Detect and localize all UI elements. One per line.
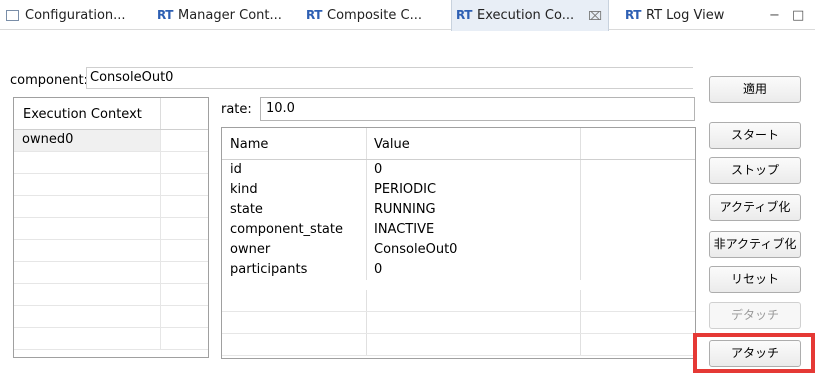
- start-button[interactable]: スタート: [709, 122, 801, 149]
- table-row-empty: [14, 328, 208, 350]
- tab-label: Configuration...: [25, 7, 126, 23]
- tab-configuration[interactable]: Configuration...: [6, 0, 126, 30]
- property-value: 0: [367, 260, 581, 280]
- rt-icon: RT: [625, 7, 641, 22]
- component-label: component:: [10, 72, 88, 88]
- table-row-empty: [14, 262, 208, 284]
- close-tab-icon[interactable]: ⌧: [588, 9, 602, 23]
- table-row-empty: [14, 284, 208, 306]
- property-name: component_state: [222, 220, 367, 240]
- table-row[interactable]: state RUNNING: [222, 200, 695, 220]
- view-tab-bar: Configuration... RT Manager Cont... RT C…: [0, 0, 815, 31]
- property-name: kind: [222, 180, 367, 200]
- config-view-icon: [6, 9, 19, 21]
- table-row-empty: [14, 174, 208, 196]
- apply-button[interactable]: 適用: [709, 76, 801, 103]
- tab-execution-context[interactable]: RT Execution Co... ⌧: [451, 0, 609, 31]
- property-value: ConsoleOut0: [367, 240, 581, 260]
- execution-context-header: Execution Context: [14, 98, 161, 129]
- table-row[interactable]: component_state INACTIVE: [222, 220, 695, 240]
- tab-composite-component[interactable]: RT Composite C...: [306, 0, 422, 30]
- table-row-empty: [14, 218, 208, 240]
- tab-rt-log-view[interactable]: RT RT Log View: [625, 0, 724, 30]
- rate-input[interactable]: 10.0: [260, 97, 695, 121]
- table-row[interactable]: id 0: [222, 160, 695, 180]
- rt-icon: RT: [157, 7, 173, 22]
- rate-label: rate:: [221, 102, 252, 117]
- table-header: Execution Context: [14, 98, 208, 130]
- tab-label: Execution Co...: [477, 8, 575, 23]
- attach-button[interactable]: アタッチ: [709, 340, 801, 367]
- table-row-empty: [222, 312, 695, 334]
- rt-icon: RT: [456, 8, 472, 22]
- reset-button[interactable]: リセット: [709, 266, 801, 293]
- tab-label: Composite C...: [327, 7, 422, 23]
- table-row-empty: [14, 152, 208, 174]
- table-row-empty: [222, 334, 695, 356]
- table-row[interactable]: kind PERIODIC: [222, 180, 695, 200]
- property-name: participants: [222, 260, 367, 280]
- value-column-header: Value: [367, 128, 581, 159]
- deactivate-button[interactable]: 非アクティブ化: [709, 231, 801, 258]
- table-row[interactable]: owner ConsoleOut0: [222, 240, 695, 260]
- table-row[interactable]: participants 0: [222, 260, 695, 280]
- table-row[interactable]: owned0: [14, 130, 208, 152]
- stop-button[interactable]: ストップ: [709, 157, 801, 184]
- component-row: component:: [10, 71, 88, 89]
- tab-manager-control[interactable]: RT Manager Cont...: [157, 0, 282, 30]
- properties-table: Name Value id 0 kind PERIODIC state RUNN…: [221, 127, 696, 359]
- rt-icon: RT: [306, 7, 322, 22]
- table-row-empty: [14, 306, 208, 328]
- tab-label: RT Log View: [646, 7, 725, 23]
- property-value: PERIODIC: [367, 180, 581, 200]
- component-field: ConsoleOut0: [86, 67, 693, 89]
- execution-context-cell: owned0: [14, 130, 161, 151]
- maximize-icon[interactable]: □: [792, 8, 804, 23]
- minimize-icon[interactable]: −: [769, 8, 780, 23]
- table-row-empty: [14, 196, 208, 218]
- table-header: Name Value: [222, 128, 695, 160]
- activate-button[interactable]: アクティブ化: [709, 194, 801, 221]
- property-value: INACTIVE: [367, 220, 581, 240]
- tab-label: Manager Cont...: [178, 7, 282, 23]
- table-row-empty: [14, 240, 208, 262]
- property-name: state: [222, 200, 367, 220]
- detach-button[interactable]: デタッチ: [709, 302, 801, 329]
- property-name: owner: [222, 240, 367, 260]
- property-value: 0: [367, 160, 581, 180]
- name-column-header: Name: [222, 128, 367, 159]
- property-value: RUNNING: [367, 200, 581, 220]
- table-row-empty: [222, 290, 695, 312]
- execution-context-table: Execution Context owned0: [13, 97, 209, 358]
- property-name: id: [222, 160, 367, 180]
